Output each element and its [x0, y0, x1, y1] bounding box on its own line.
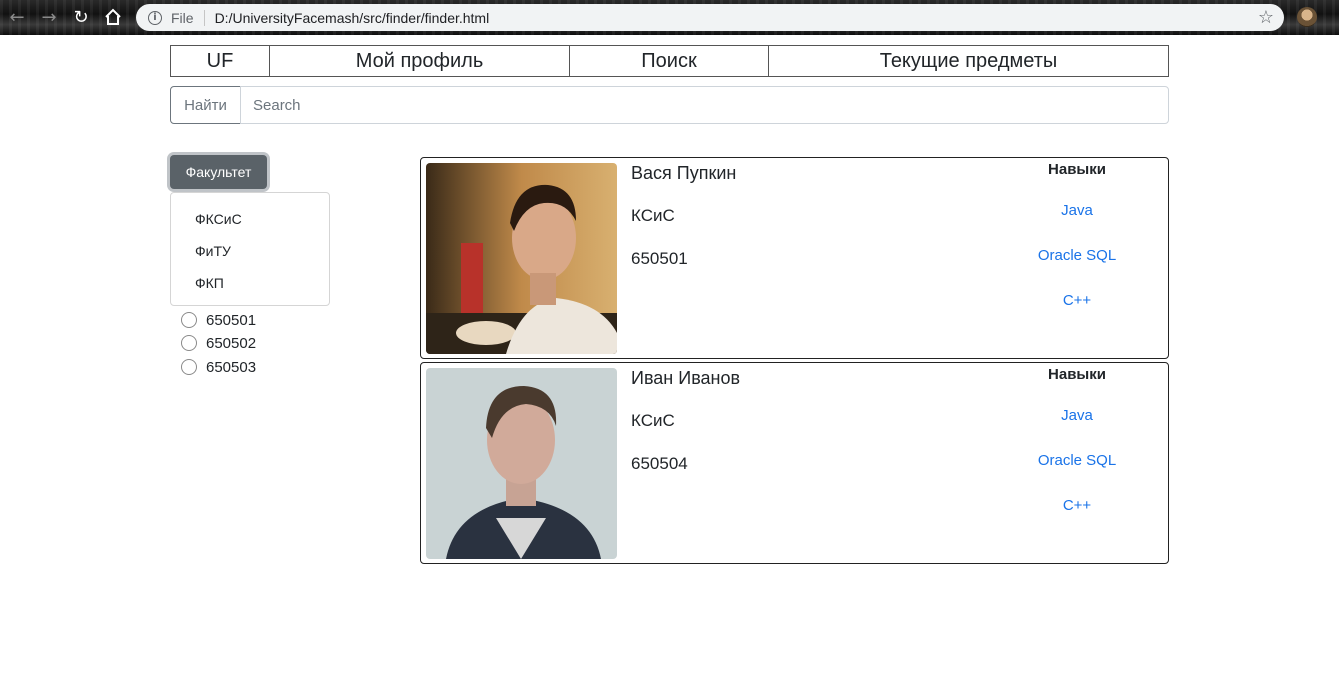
student-card[interactable]: Вася Пупкин КСиС 650501 Навыки Java Orac… — [420, 157, 1169, 359]
student-group: 650501 — [631, 249, 688, 268]
skills-heading: Навыки — [1048, 366, 1106, 383]
home-icon[interactable] — [101, 6, 125, 28]
group-radio-label: 650501 — [206, 311, 257, 329]
top-navigation: UF Мой профиль Поиск Текущие предметы — [170, 45, 1169, 77]
skill-link[interactable]: Java — [1027, 407, 1127, 424]
bookmark-star-icon[interactable]: ☆ — [1258, 7, 1274, 28]
student-photo — [426, 368, 617, 559]
search-input[interactable] — [240, 86, 1169, 124]
faculty-option[interactable]: ФКСиС — [171, 203, 329, 235]
student-department: КСиС — [631, 206, 675, 225]
nav-search[interactable]: Поиск — [570, 46, 769, 76]
search-button[interactable]: Найти — [170, 86, 241, 124]
back-arrow-icon[interactable]: ← — [5, 6, 29, 28]
student-card[interactable]: Иван Иванов КСиС 650504 Навыки Java Orac… — [420, 362, 1169, 564]
skill-link[interactable]: Oracle SQL — [1027, 247, 1127, 264]
browser-profile-avatar[interactable] — [1297, 7, 1317, 27]
radio-circle-icon[interactable] — [181, 312, 197, 328]
skill-link[interactable]: Oracle SQL — [1027, 452, 1127, 469]
nav-my-profile[interactable]: Мой профиль — [270, 46, 570, 76]
forward-arrow-icon[interactable]: → — [37, 6, 61, 28]
url-text[interactable]: D:/UniversityFacemash/src/finder/finder.… — [215, 10, 490, 26]
reload-icon[interactable]: ↻ — [69, 6, 93, 28]
faculty-dropdown-button[interactable]: Факультет — [170, 155, 267, 189]
group-radio[interactable]: 650502 — [181, 332, 256, 354]
address-bar[interactable]: i File D:/UniversityFacemash/src/finder/… — [136, 4, 1284, 31]
group-radio[interactable]: 650503 — [181, 356, 256, 378]
skill-link[interactable]: C++ — [1027, 497, 1127, 514]
group-radio-label: 650503 — [206, 358, 257, 376]
skill-link[interactable]: C++ — [1027, 292, 1127, 309]
radio-circle-icon[interactable] — [181, 335, 197, 351]
address-divider — [203, 9, 205, 26]
group-radio-label: 650502 — [206, 334, 257, 352]
faculty-option[interactable]: ФКП — [171, 267, 329, 299]
group-radio[interactable]: 650501 — [181, 309, 256, 331]
student-name: Иван Иванов — [631, 368, 741, 388]
nav-brand[interactable]: UF — [171, 46, 270, 76]
browser-toolbar: ← → ↻ i File D:/UniversityFacemash/src/f… — [0, 0, 1339, 35]
faculty-option[interactable]: ФиТУ — [171, 235, 329, 267]
nav-current-subjects[interactable]: Текущие предметы — [769, 46, 1168, 76]
student-photo — [426, 163, 617, 354]
faculty-dropdown-menu: ФКСиС ФиТУ ФКП — [170, 192, 330, 306]
student-name: Вася Пупкин — [631, 163, 737, 183]
student-department: КСиС — [631, 411, 675, 430]
info-icon[interactable]: i — [148, 10, 162, 25]
student-group: 650504 — [631, 454, 688, 473]
url-scheme: File — [171, 9, 194, 26]
radio-circle-icon[interactable] — [181, 359, 197, 375]
skills-heading: Навыки — [1048, 161, 1106, 178]
skill-link[interactable]: Java — [1027, 202, 1127, 219]
